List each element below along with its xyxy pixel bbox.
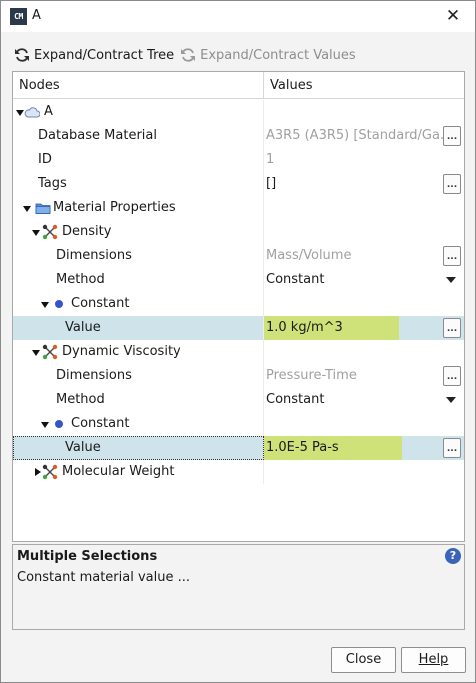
title-bar: CM A ✕: [1, 1, 475, 32]
density-value-field[interactable]: 1.0 kg/m^3: [266, 316, 343, 340]
ellipsis-button[interactable]: ...: [443, 318, 461, 338]
expand-values-label: Expand/Contract Values: [200, 47, 356, 63]
cloud-icon: [24, 107, 40, 118]
bullet-icon: [55, 420, 63, 428]
node-label: Value: [65, 440, 101, 455]
tree-row-id[interactable]: ID 1: [13, 148, 464, 172]
molecule-icon: [42, 464, 58, 480]
node-label: Density: [62, 224, 112, 239]
viscosity-dimensions-value: Pressure-Time: [266, 368, 357, 383]
toolbar: Expand/Contract Tree Expand/Contract Val…: [14, 45, 362, 65]
expand-contract-tree-button[interactable]: Expand/Contract Tree: [14, 47, 174, 63]
node-label: ID: [38, 152, 52, 167]
tree-row-viscosity-dimensions[interactable]: Dimensions Pressure-Time ...: [13, 364, 464, 388]
tree-row-viscosity-constant[interactable]: Constant: [13, 412, 464, 436]
properties-dialog: CM A ✕ Expand/Contract Tree Expand/Contr…: [0, 0, 476, 683]
close-window-icon[interactable]: ✕: [443, 5, 463, 27]
molecule-icon: [42, 224, 58, 240]
tree-row-density-value[interactable]: Value 1.0 kg/m^3 ...: [13, 316, 464, 340]
ellipsis-button[interactable]: ...: [443, 438, 461, 458]
description-title: Multiple Selections: [17, 549, 158, 564]
node-label: Dimensions: [56, 368, 132, 383]
tree-row-database-material[interactable]: Database Material A3R5 (A3R5) [Standard/…: [13, 124, 464, 148]
tree-row-a[interactable]: A: [13, 100, 464, 124]
ellipsis-button[interactable]: ...: [443, 246, 461, 266]
bullet-icon: [55, 300, 63, 308]
viscosity-value-field[interactable]: 1.0E-5 Pa-s: [266, 436, 339, 460]
expand-contract-values-button[interactable]: Expand/Contract Values: [180, 47, 356, 63]
refresh-icon: [181, 48, 196, 62]
density-method-value: Constant: [266, 272, 325, 287]
tree-row-viscosity-method[interactable]: Method Constant: [13, 388, 464, 412]
node-label: Constant: [71, 296, 130, 311]
close-button[interactable]: Close: [331, 647, 396, 673]
nodes-column-header[interactable]: Nodes: [13, 72, 264, 99]
node-label: Database Material: [38, 128, 157, 143]
ellipsis-button[interactable]: ...: [443, 126, 461, 146]
node-label: Constant: [71, 416, 130, 431]
molecule-icon: [42, 344, 58, 360]
node-label: A: [44, 104, 53, 119]
collapse-arrow-icon[interactable]: [23, 206, 31, 212]
description-panel: Multiple Selections Constant material va…: [12, 544, 465, 630]
folder-icon: [35, 203, 51, 214]
refresh-icon: [15, 48, 29, 62]
tree-row-molecular-weight[interactable]: Molecular Weight: [13, 460, 464, 484]
dropdown-arrow-icon[interactable]: [446, 277, 456, 283]
density-method-dropdown[interactable]: Constant: [264, 268, 464, 292]
help-button[interactable]: Help: [401, 647, 466, 673]
tree-row-dynamic-viscosity[interactable]: Dynamic Viscosity: [13, 340, 464, 364]
viscosity-method-value: Constant: [266, 392, 325, 407]
ellipsis-button[interactable]: ...: [443, 366, 461, 386]
node-label: Method: [56, 392, 105, 407]
node-label: Tags: [38, 176, 67, 191]
tags-value: []: [266, 176, 277, 191]
viscosity-method-dropdown[interactable]: Constant: [264, 388, 464, 412]
tree-row-density-constant[interactable]: Constant: [13, 292, 464, 316]
property-tree: Nodes Values A Database Material A3R5 (A…: [12, 71, 465, 542]
tree-row-viscosity-value[interactable]: Value 1.0E-5 Pa-s ...: [13, 436, 464, 460]
node-label: Dimensions: [56, 248, 132, 263]
ellipsis-button[interactable]: ...: [443, 174, 461, 194]
collapse-arrow-icon[interactable]: [41, 422, 49, 428]
window-title: A: [32, 8, 41, 23]
collapse-arrow-icon[interactable]: [32, 350, 40, 356]
dropdown-arrow-icon[interactable]: [446, 397, 456, 403]
collapse-arrow-icon[interactable]: [32, 230, 40, 236]
tree-row-density-method[interactable]: Method Constant: [13, 268, 464, 292]
values-column-header[interactable]: Values: [264, 72, 464, 99]
tree-row-material-properties[interactable]: Material Properties: [13, 196, 464, 220]
app-icon: CM: [10, 8, 27, 25]
node-label: Molecular Weight: [62, 464, 175, 479]
node-label: Dynamic Viscosity: [62, 344, 181, 359]
tree-row-density-dimensions[interactable]: Dimensions Mass/Volume ...: [13, 244, 464, 268]
id-value: 1: [266, 152, 275, 167]
collapse-arrow-icon[interactable]: [41, 302, 49, 308]
node-label: Value: [65, 320, 101, 335]
description-text: Constant material value ...: [17, 570, 191, 585]
collapse-arrow-icon[interactable]: [16, 110, 24, 116]
help-icon[interactable]: ?: [445, 548, 461, 564]
node-label: Material Properties: [53, 200, 176, 215]
tree-row-tags[interactable]: Tags [] ...: [13, 172, 464, 196]
node-label: Method: [56, 272, 105, 287]
expand-tree-label: Expand/Contract Tree: [34, 47, 175, 63]
database-material-value: A3R5 (A3R5) [Standard/Ga...: [266, 128, 453, 143]
density-dimensions-value: Mass/Volume: [266, 248, 352, 263]
tree-row-density[interactable]: Density: [13, 220, 464, 244]
expand-arrow-icon[interactable]: [35, 468, 41, 476]
